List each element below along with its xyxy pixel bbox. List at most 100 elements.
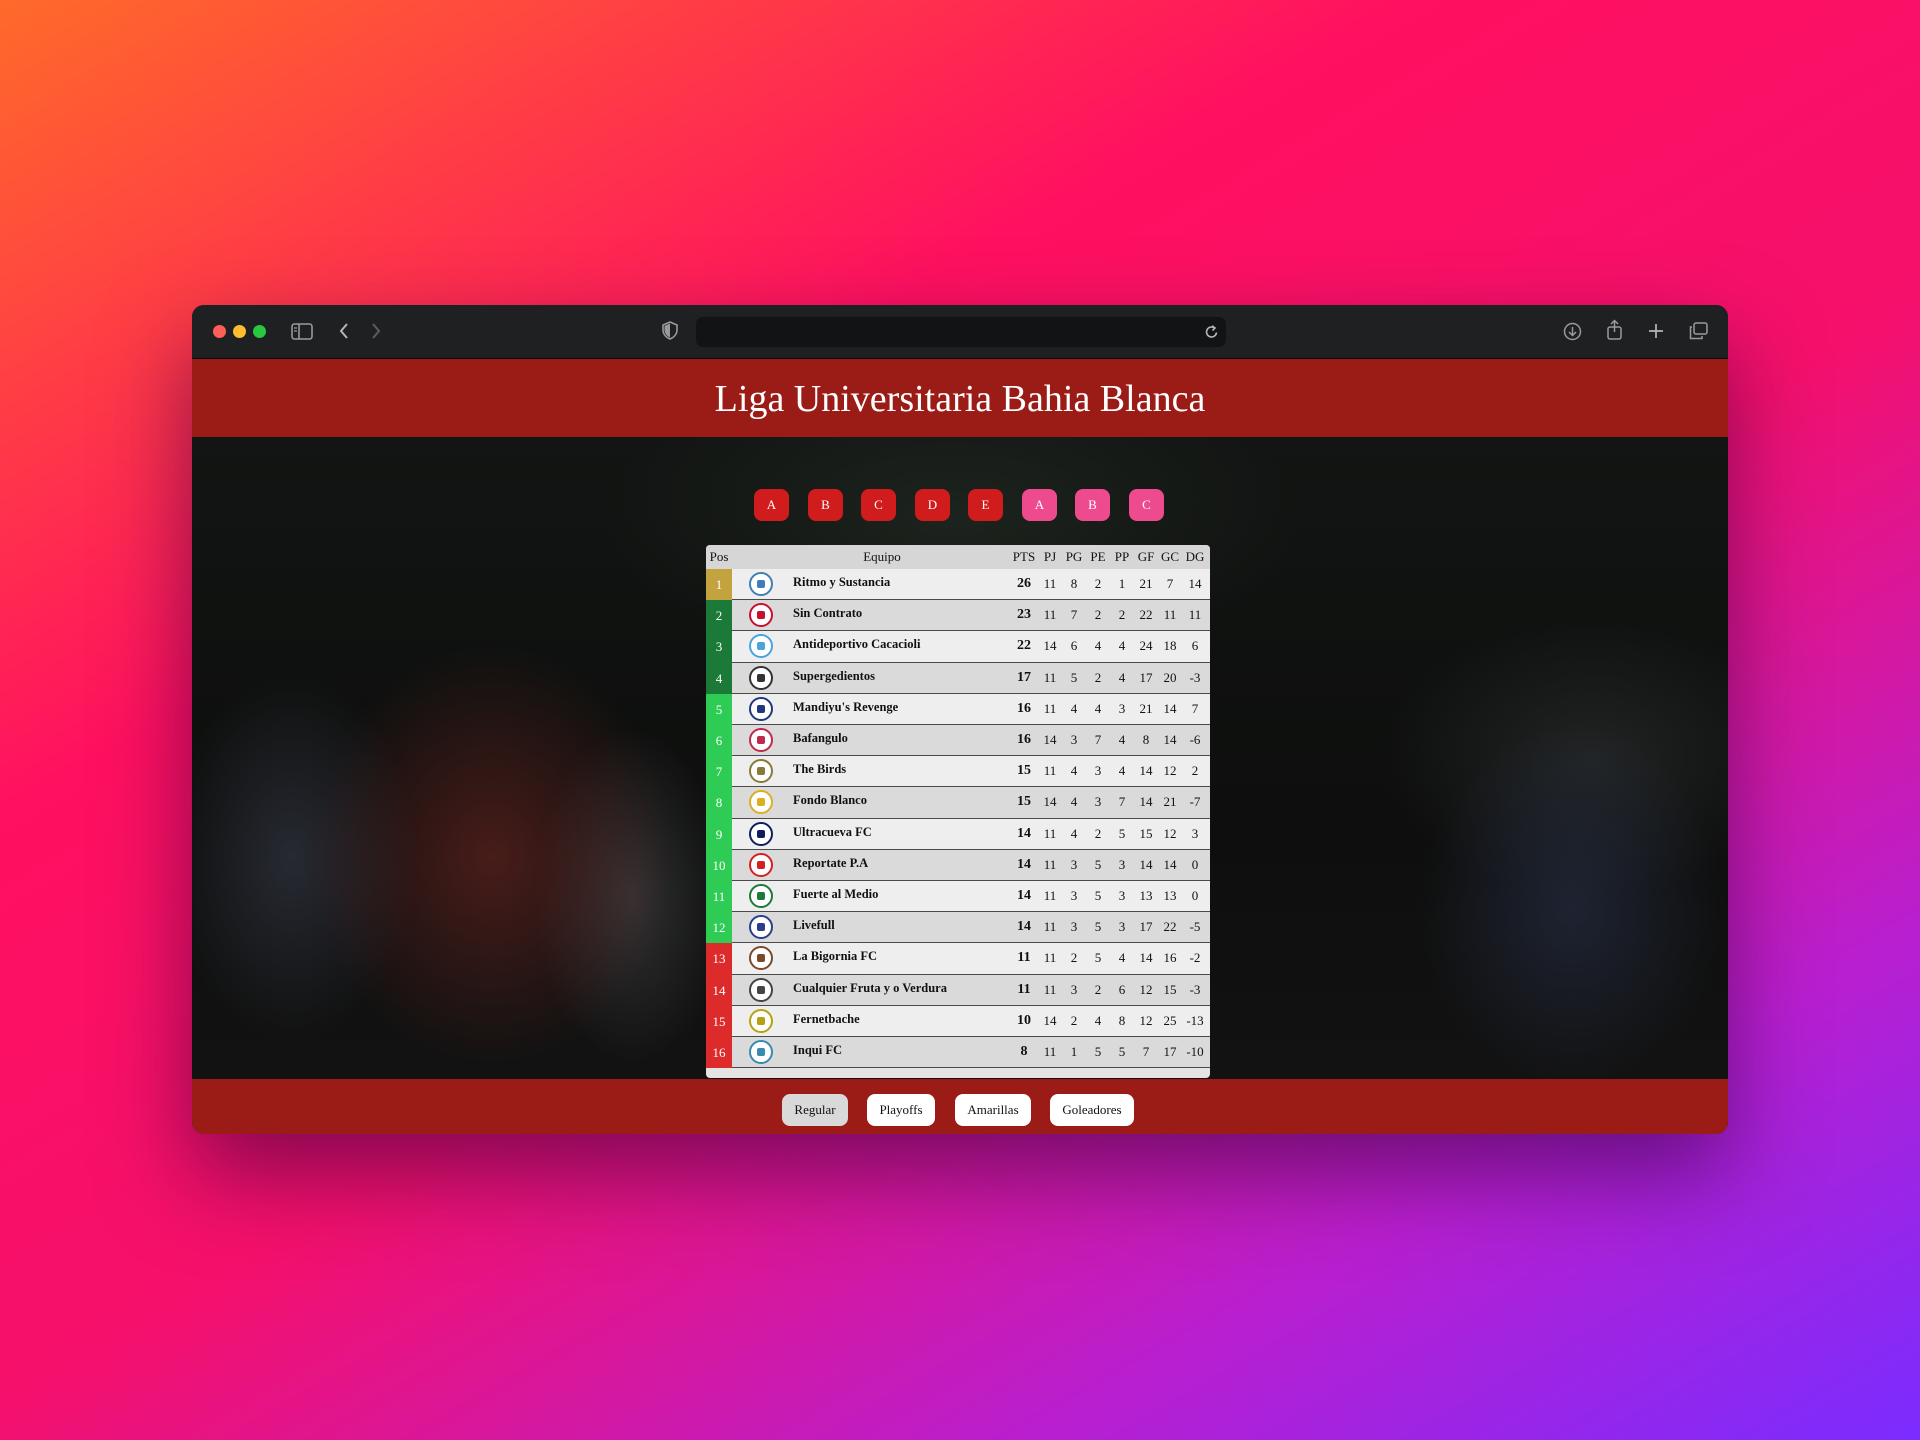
cell-gf: 13 [1139,888,1153,903]
cell-dg: 11 [1188,607,1202,623]
position-badge: 5 [706,693,732,725]
cell-dg: 0 [1191,888,1199,903]
cell-pj: 11 [1043,825,1057,841]
cell-gc: 14 [1163,856,1177,872]
new-tab-icon[interactable] [1648,323,1664,339]
team-name: Ultracueva FC [793,824,872,839]
cell-gc: 7 [1166,576,1174,591]
share-icon[interactable] [1606,319,1623,341]
nav-button-regular[interactable]: Regular [782,1094,848,1126]
table-row: 12 Livefull 14 11 3 5 3 17 22 -5 [706,912,1210,944]
table-row: 8 Fondo Blanco 15 14 4 3 7 14 21 -7 [706,787,1210,819]
cell-pp: 6 [1118,981,1126,997]
privacy-shield-icon[interactable] [662,321,678,340]
cell-gf: 17 [1139,919,1153,935]
team-crest-icon [749,759,773,784]
cell-pj: 11 [1043,919,1057,935]
cell-pg: 3 [1070,981,1078,997]
cell-pj: 11 [1043,950,1057,966]
cell-pp: 3 [1118,888,1126,903]
sidebar-toggle-icon[interactable] [291,323,313,340]
position-badge: 10 [706,849,732,881]
table-row: 2 Sin Contrato 23 11 7 2 2 22 11 11 [706,600,1210,632]
address-bar[interactable] [696,317,1226,347]
team-crest-icon [749,665,773,690]
standings-table: Pos Equipo PTS PJ PG PE PP GF GC DG 1 Rit… [706,545,1210,1078]
group-tab-red-c[interactable]: C [861,489,896,521]
group-tab-red-a[interactable]: A [754,489,789,521]
position-badge: 4 [706,662,732,694]
team-crest-icon [749,946,773,971]
cell-pe: 5 [1094,950,1102,966]
cell-pe: 2 [1094,607,1102,623]
cell-pp: 8 [1118,1012,1126,1028]
cell-pj: 11 [1043,576,1057,591]
cell-gf: 15 [1139,825,1153,841]
browser-toolbar [192,305,1728,359]
position-badge: 16 [706,1037,732,1069]
nav-button-playoffs[interactable]: Playoffs [867,1094,935,1126]
cell-gc: 14 [1163,732,1177,747]
cell-gf: 14 [1139,856,1153,872]
forward-icon[interactable] [370,322,382,340]
team-name: Fuerte al Medio [793,887,879,901]
minimize-window-button[interactable] [233,325,246,338]
cell-gc: 14 [1163,700,1177,716]
cell-gc: 25 [1163,1012,1177,1028]
cell-pts: 26 [1017,576,1031,591]
header-gc: GC [1160,549,1180,564]
team-crest-icon [749,634,773,659]
cell-pe: 4 [1094,1012,1102,1028]
header-team: Equipo [863,549,901,564]
cell-pe: 3 [1094,794,1102,810]
group-tab-pink-a[interactable]: A [1022,489,1057,521]
cell-pp: 3 [1118,919,1126,935]
cell-pg: 5 [1070,669,1078,685]
table-row: 5 Mandiyu's Revenge 16 11 4 4 3 21 14 7 [706,693,1210,725]
group-tab-red-b[interactable]: B [808,489,843,521]
cell-pg: 3 [1070,732,1078,747]
reload-icon[interactable] [1204,324,1219,340]
table-row: 6 Bafangulo 16 14 3 7 4 8 14 -6 [706,725,1210,757]
cell-pj: 14 [1043,794,1057,810]
cell-pe: 2 [1094,576,1102,591]
group-tab-red-e[interactable]: E [968,489,1003,521]
cell-pg: 4 [1070,700,1078,716]
cell-pj: 11 [1043,981,1057,997]
group-tab-red-d[interactable]: D [915,489,950,521]
cell-gc: 11 [1163,607,1177,623]
group-tab-pink-c[interactable]: C [1129,489,1164,521]
table-row: 11 Fuerte al Medio 14 11 3 5 3 13 13 0 [706,881,1210,913]
nav-button-amarillas[interactable]: Amarillas [955,1094,1031,1126]
cell-pts: 14 [1017,919,1031,935]
team-crest-icon [749,1008,773,1033]
cell-pg: 2 [1070,950,1078,966]
zoom-window-button[interactable] [253,325,266,338]
cell-pj: 11 [1043,669,1057,685]
table-row: 3 Antideportivo Cacacioli 22 14 6 4 4 24 18 6 [706,631,1210,663]
table-row: 4 Supergedientos 17 11 5 2 4 17 20 -3 [706,662,1210,694]
cell-pe: 4 [1094,638,1102,654]
table-row: 15 Fernetbache 10 14 2 4 8 12 25 -13 [706,1005,1210,1037]
team-crest-icon [749,852,773,877]
table-header: Pos Equipo PTS PJ PG PE PP GF GC DG [706,545,1210,569]
group-tab-pink-b[interactable]: B [1075,489,1110,521]
team-crest-icon [749,603,773,628]
tab-overview-icon[interactable] [1689,322,1708,340]
position-badge: 3 [706,631,732,663]
team-crest-icon [749,696,773,721]
nav-button-goleadores[interactable]: Goleadores [1050,1094,1134,1126]
cell-pg: 3 [1070,919,1078,935]
cell-pg: 4 [1070,794,1078,810]
cell-dg: 3 [1191,825,1199,841]
cell-pp: 3 [1118,700,1126,716]
cell-pp: 4 [1118,950,1126,966]
cell-pg: 4 [1070,763,1078,779]
downloads-icon[interactable] [1563,322,1582,341]
cell-pts: 10 [1017,1012,1031,1028]
close-window-button[interactable] [213,325,226,338]
back-icon[interactable] [338,322,350,340]
site-header: Liga Universitaria Bahia Blanca [192,359,1728,437]
cell-pe: 2 [1094,981,1102,997]
header-pp: PP [1114,549,1130,564]
